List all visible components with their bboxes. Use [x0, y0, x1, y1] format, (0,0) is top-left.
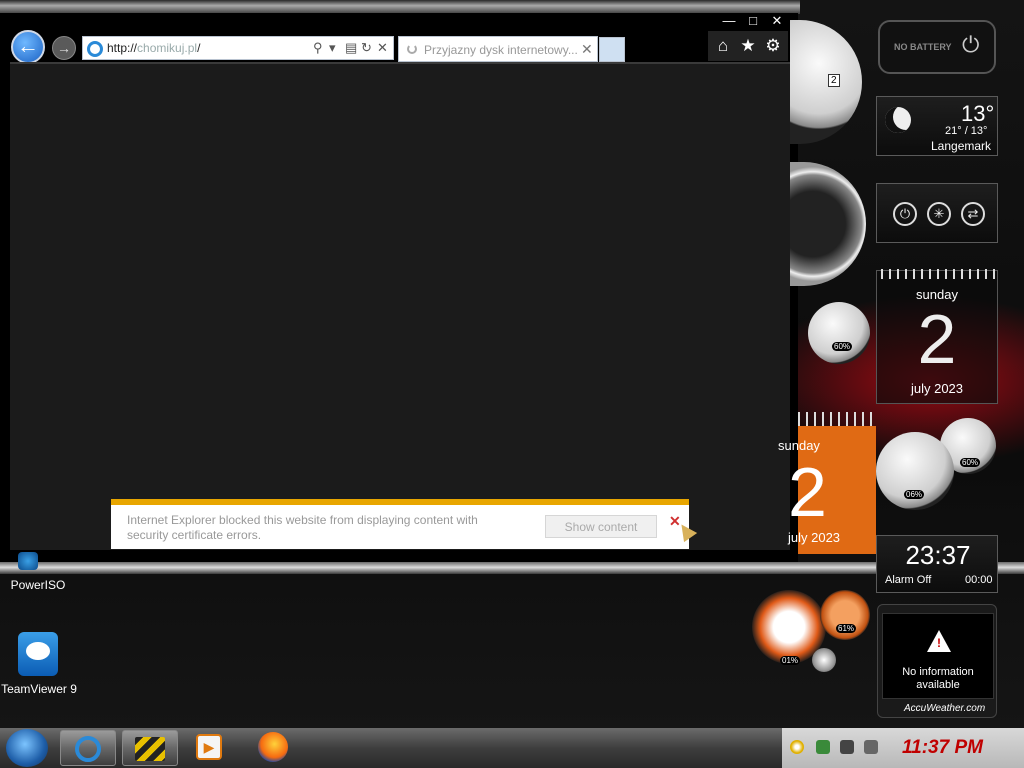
orange-calendar-day: sunday	[778, 438, 820, 453]
fan-gauge-value: 01%	[780, 656, 801, 665]
page-content-area[interactable]	[10, 64, 790, 550]
taskbar-app-button[interactable]	[122, 730, 178, 766]
taskbar-ie-button[interactable]	[60, 730, 116, 766]
orange-calendar-gadget[interactable]: sunday 2 july 2023	[778, 412, 876, 554]
cpu-gauge: 60%	[808, 302, 870, 364]
cpu-gauge-value: 60%	[832, 342, 853, 351]
cpu-meter-gauge: 06%	[876, 432, 954, 510]
gauge-knob	[812, 648, 836, 672]
system-tray: 11:37 PM	[782, 728, 1024, 768]
switch-user-icon[interactable]: ⇄	[961, 202, 985, 226]
chevron-down-icon[interactable]: ▾	[329, 40, 336, 56]
url-suffix: /	[197, 41, 201, 55]
orange-calendar-date: 2	[788, 453, 827, 531]
stop-icon[interactable]: ✕	[377, 40, 388, 56]
clock-time: 23:37	[905, 540, 971, 570]
url-text[interactable]: http://chomikuj.pl/	[107, 41, 200, 55]
alarm-time: 00:00	[965, 574, 993, 586]
accuweather-gadget[interactable]: ! No information available AccuWeather.c…	[877, 604, 997, 718]
disc-tray-icon[interactable]	[790, 740, 804, 754]
notification-message: Internet Explorer blocked this website f…	[127, 513, 478, 542]
brightness-icon[interactable]: ✳	[927, 202, 951, 226]
command-icons: ⌂ ★ ⚙	[708, 31, 788, 61]
warning-mark: !	[937, 636, 941, 650]
battery-status-text: NO BATTERY	[894, 42, 952, 52]
moon-cloud-icon	[885, 107, 911, 133]
battery-gadget: NO BATTERY ⏻	[878, 20, 996, 74]
accuweather-screen: ! No information available	[882, 613, 994, 699]
new-tab-button[interactable]	[599, 37, 625, 62]
forward-button[interactable]: →	[52, 36, 76, 60]
digital-clock-gadget[interactable]: 23:37 Alarm Off 00:00	[876, 535, 998, 593]
teamviewer-icon[interactable]	[18, 632, 58, 676]
refresh-icon[interactable]: ↻	[361, 40, 372, 56]
calendar-rings	[881, 269, 995, 279]
compatibility-view-icon[interactable]: ▤	[345, 40, 357, 56]
ie-favicon-icon	[87, 41, 103, 57]
notification-bar: Internet Explorer blocked this website f…	[111, 499, 689, 549]
tab-chomikuj[interactable]: Przyjazny dysk internetowy... ✕	[398, 36, 598, 62]
temp-gauge-value: 61%	[836, 624, 857, 633]
loading-spinner-icon	[407, 44, 417, 54]
calendar-date: 2	[917, 300, 957, 378]
start-button[interactable]	[6, 729, 48, 767]
alarm-label: Alarm Off	[885, 574, 932, 586]
window-top-border	[0, 0, 800, 14]
accuweather-message: No information available	[902, 666, 974, 691]
internet-explorer-icon	[75, 736, 101, 762]
plug-icon: ⏻	[962, 32, 980, 57]
firefox-icon[interactable]	[258, 732, 288, 762]
teamviewer-logo-icon	[26, 642, 50, 660]
maximize-button[interactable]: □	[742, 13, 764, 29]
ie-browser-window: — □ ✕ ← → http://chomikuj.pl/ ⚲ ▾ ▤ ↻ ✕ …	[0, 13, 798, 563]
orange-calendar-month: july 2023	[788, 530, 841, 545]
close-window-button[interactable]: ✕	[766, 13, 788, 29]
address-bar[interactable]: http://chomikuj.pl/ ⚲ ▾ ▤ ↻ ✕	[82, 36, 394, 60]
accuweather-brand[interactable]: AccuWeather.com	[904, 703, 985, 714]
gear-icon[interactable]: ⚙	[762, 35, 784, 57]
ram-gauge-value: 60%	[960, 458, 981, 467]
weather-temperature: 13°	[961, 101, 995, 126]
orange-calendar-rings	[798, 412, 876, 426]
weather-city: Langemark	[931, 139, 992, 153]
power-icon[interactable]: ⏻	[893, 202, 917, 226]
security-shield-icon[interactable]	[816, 740, 830, 754]
calendar-month: july 2023	[910, 381, 964, 396]
tab-close-icon[interactable]: ✕	[581, 41, 593, 58]
teamviewer-label[interactable]: TeamViewer 9	[0, 682, 78, 697]
weather-range: 21° / 13°	[945, 125, 988, 137]
back-button[interactable]: ←	[11, 30, 45, 64]
poweriso-icon[interactable]	[18, 552, 38, 570]
temp-gauge: 61%	[820, 590, 870, 640]
volume-muted-icon[interactable]	[864, 740, 878, 754]
calendar-gadget[interactable]: sunday 2 july 2023	[876, 269, 998, 404]
search-icon[interactable]: ⚲	[313, 40, 323, 56]
home-icon[interactable]: ⌂	[712, 35, 734, 57]
tab-title: Przyjazny dysk internetowy...	[424, 43, 578, 57]
minimize-button[interactable]: —	[718, 13, 740, 29]
weather-gadget[interactable]: 13° 21° / 13° Langemark	[876, 96, 998, 156]
cpu-meter-value: 06%	[904, 490, 925, 499]
media-player-icon[interactable]: ▶	[196, 734, 222, 760]
network-icon[interactable]	[840, 740, 854, 754]
poweriso-label[interactable]: PowerISO	[0, 578, 76, 592]
power-gadget: ⏻ ✳ ⇄	[876, 183, 998, 243]
construction-app-icon	[135, 737, 165, 761]
favorites-star-icon[interactable]: ★	[737, 35, 759, 57]
url-domain: chomikuj.pl	[137, 41, 198, 55]
show-content-button[interactable]: Show content	[545, 515, 657, 538]
desktop-chrome-bar	[0, 562, 1024, 574]
tray-clock[interactable]: 11:37 PM	[902, 737, 983, 759]
clock-date-box: 2	[828, 74, 840, 87]
url-prefix: http://	[107, 41, 138, 55]
